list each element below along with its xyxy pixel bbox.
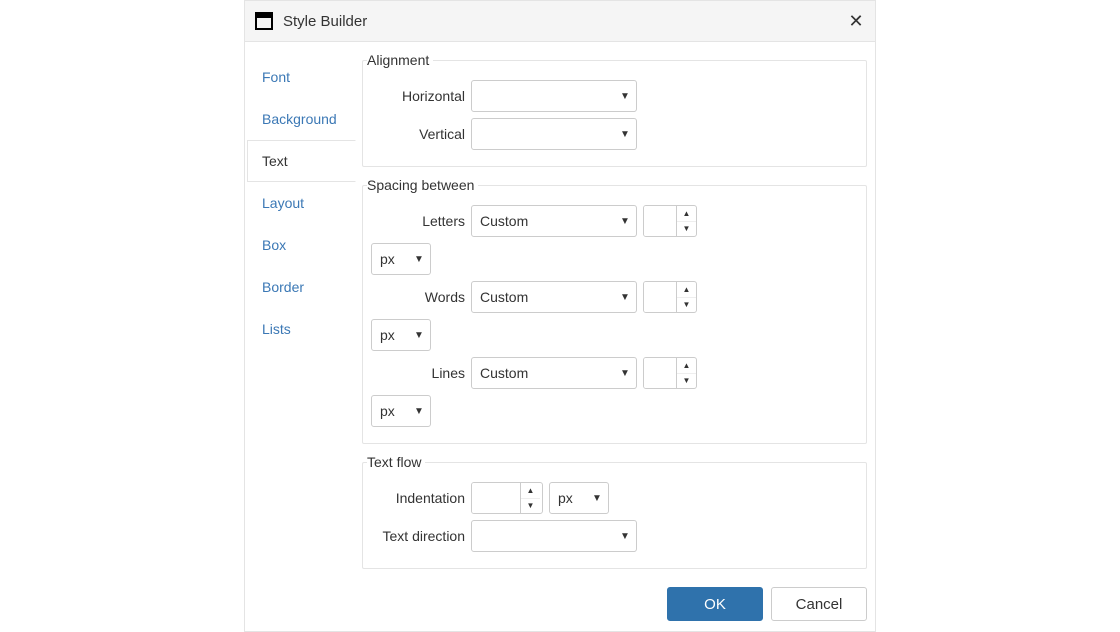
chevron-down-icon: ▼ [614,216,636,227]
words-unit-dropdown[interactable]: px ▼ [371,319,431,351]
alignment-legend: Alignment [367,52,433,68]
cancel-button[interactable]: Cancel [771,587,867,621]
indentation-stepper[interactable]: ▲ ▼ [471,482,543,514]
chevron-down-icon: ▼ [586,493,608,504]
spacing-legend: Spacing between [367,177,478,193]
direction-label: Text direction [371,528,471,544]
nav-item-border[interactable]: Border [247,266,355,308]
horizontal-dropdown[interactable]: ▼ [471,80,637,112]
letters-unit-value: px [372,251,408,267]
ok-button[interactable]: OK [667,587,763,621]
words-mode-dropdown[interactable]: Custom ▼ [471,281,637,313]
indentation-input[interactable] [472,483,520,513]
style-builder-dialog: Style Builder ✕ Font Background Text Lay… [244,0,876,632]
indentation-unit-dropdown[interactable]: px ▼ [549,482,609,514]
words-label: Words [371,289,471,305]
words-value-stepper[interactable]: ▲ ▼ [643,281,697,313]
letters-mode-dropdown[interactable]: Custom ▼ [471,205,637,237]
chevron-down-icon: ▼ [614,292,636,303]
letters-unit-dropdown[interactable]: px ▼ [371,243,431,275]
lines-mode-dropdown[interactable]: Custom ▼ [471,357,637,389]
lines-unit-value: px [372,403,408,419]
horizontal-label: Horizontal [371,88,471,104]
dialog-titlebar: Style Builder ✕ [245,0,875,42]
nav-item-font[interactable]: Font [247,56,355,98]
nav-tabstrip: Font Background Text Layout Box Border L… [247,52,355,579]
nav-item-lists[interactable]: Lists [247,308,355,350]
spin-up-icon[interactable]: ▲ [677,282,696,298]
window-icon [255,12,273,30]
letters-value-input[interactable] [644,206,676,236]
chevron-down-icon: ▼ [408,406,430,417]
words-value-input[interactable] [644,282,676,312]
nav-item-layout[interactable]: Layout [247,182,355,224]
nav-item-box[interactable]: Box [247,224,355,266]
nav-item-background[interactable]: Background [247,98,355,140]
lines-value-stepper[interactable]: ▲ ▼ [643,357,697,389]
indentation-unit-value: px [550,490,586,506]
lines-value-input[interactable] [644,358,676,388]
lines-unit-dropdown[interactable]: px ▼ [371,395,431,427]
dialog-title: Style Builder [283,13,847,30]
textflow-legend: Text flow [367,454,425,470]
chevron-down-icon: ▼ [614,91,636,102]
spin-up-icon[interactable]: ▲ [521,483,540,499]
direction-dropdown[interactable]: ▼ [471,520,637,552]
chevron-down-icon: ▼ [408,330,430,341]
spin-down-icon[interactable]: ▼ [677,222,696,237]
vertical-label: Vertical [371,126,471,142]
chevron-down-icon: ▼ [614,129,636,140]
lines-label: Lines [371,365,471,381]
indentation-label: Indentation [371,490,471,506]
spin-down-icon[interactable]: ▼ [677,374,696,389]
spin-up-icon[interactable]: ▲ [677,206,696,222]
close-button[interactable]: ✕ [847,12,865,30]
spacing-group: Spacing between Letters Custom ▼ ▲ ▼ [362,177,867,444]
spin-up-icon[interactable]: ▲ [677,358,696,374]
dialog-body: Font Background Text Layout Box Border L… [245,42,875,579]
alignment-group: Alignment Horizontal ▼ Vertical ▼ [362,52,867,167]
close-icon: ✕ [848,11,863,32]
letters-value-stepper[interactable]: ▲ ▼ [643,205,697,237]
letters-label: Letters [371,213,471,229]
spin-down-icon[interactable]: ▼ [521,499,540,514]
textflow-group: Text flow Indentation ▲ ▼ px ▼ [362,454,867,569]
chevron-down-icon: ▼ [614,531,636,542]
chevron-down-icon: ▼ [614,368,636,379]
words-mode-value: Custom [472,289,614,305]
nav-item-text[interactable]: Text [247,140,356,182]
lines-mode-value: Custom [472,365,614,381]
words-unit-value: px [372,327,408,343]
letters-mode-value: Custom [472,213,614,229]
chevron-down-icon: ▼ [408,254,430,265]
vertical-dropdown[interactable]: ▼ [471,118,637,150]
content-pane: Alignment Horizontal ▼ Vertical ▼ [355,52,867,579]
spin-down-icon[interactable]: ▼ [677,298,696,313]
dialog-footer: OK Cancel [245,579,875,631]
